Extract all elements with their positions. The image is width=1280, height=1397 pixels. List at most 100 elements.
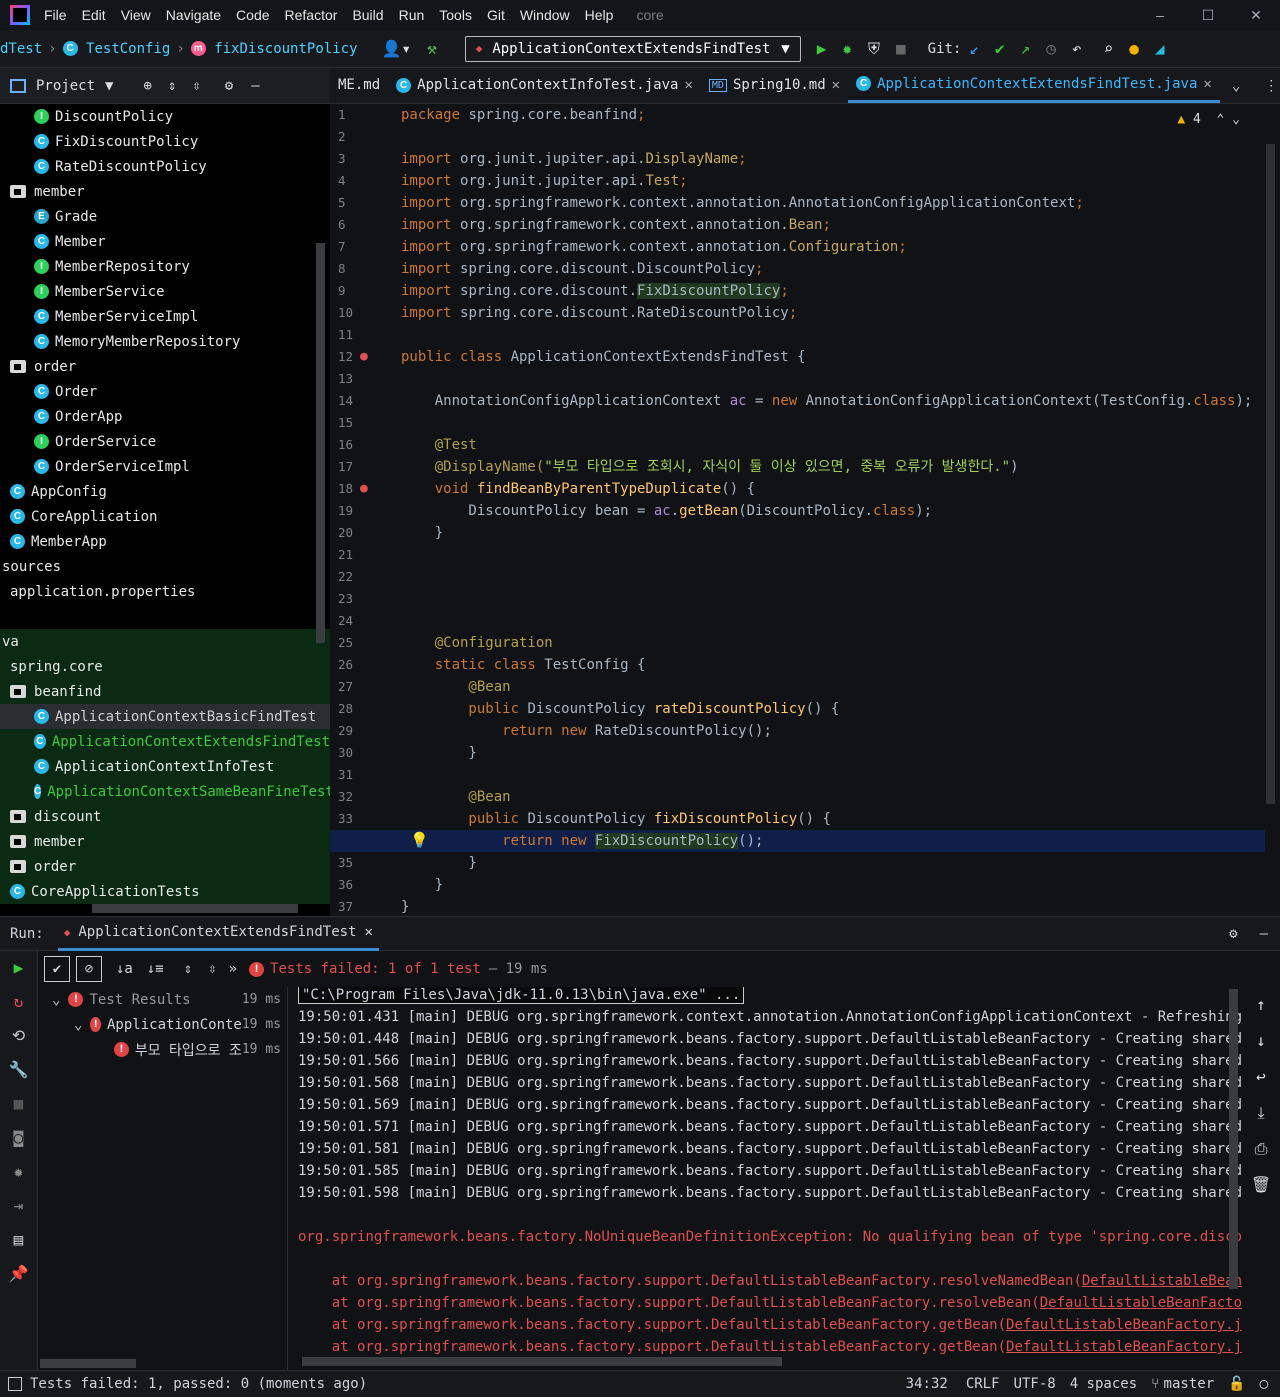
rollback-icon[interactable]: ↶ (1072, 39, 1082, 58)
run-icon[interactable]: ▶ (817, 39, 827, 58)
toggle-auto-test-icon[interactable]: ⟲ (0, 1019, 37, 1053)
project-tree-node[interactable] (0, 604, 330, 629)
expand-all-icon[interactable]: ⇕ (184, 961, 192, 977)
console-output[interactable]: "C:\Program Files\Java\jdk-11.0.13\bin\j… (298, 987, 1242, 1371)
git-update-icon[interactable]: ↙ (969, 39, 979, 58)
project-tree-node[interactable]: C OrderServiceImpl (0, 454, 330, 479)
project-tree-node[interactable]: order (0, 854, 330, 879)
breadcrumb-file[interactable]: dTest (0, 41, 42, 57)
project-tree-node[interactable]: C MemoryMemberRepository (0, 329, 330, 354)
arrow-down-icon[interactable]: ↓ (1242, 1023, 1280, 1059)
build-hammer-icon[interactable]: ⚒ (427, 39, 437, 58)
project-scrollbar[interactable] (316, 243, 325, 643)
project-tree-node[interactable]: member (0, 179, 330, 204)
menu-navigate[interactable]: Navigate (166, 7, 221, 23)
chevron-down-icon[interactable]: ⌄ (1220, 78, 1252, 94)
project-tree-node[interactable]: C MemberApp (0, 529, 330, 554)
gear-icon[interactable]: ⚙ (225, 78, 233, 94)
wrench-icon[interactable]: 🔧 (0, 1053, 37, 1087)
coverage-icon[interactable]: ⛨ (868, 39, 880, 59)
menu-tools[interactable]: Tools (439, 7, 472, 23)
project-tree-node[interactable]: member (0, 829, 330, 854)
project-tree-node[interactable]: C AppConfig (0, 479, 330, 504)
test-tree-node[interactable]: ⌄! Test Results 19 ms (38, 987, 287, 1012)
rerun-failed-icon[interactable]: ↻ (0, 985, 37, 1019)
chevron-down-icon[interactable]: ▼ (105, 78, 113, 94)
more-icon[interactable]: ⋮ (1252, 78, 1280, 94)
project-tree-node[interactable]: C ApplicationContextBasicFindTest (0, 704, 330, 729)
menu-window[interactable]: Window (520, 7, 570, 23)
project-tree-node[interactable]: I MemberService (0, 279, 330, 304)
project-tree-node[interactable]: E Grade (0, 204, 330, 229)
editor-tab[interactable]: MD Spring10.md ✕ (701, 68, 848, 103)
project-tree-node[interactable]: application.properties (0, 579, 330, 604)
console-scrollbar[interactable] (1229, 989, 1238, 1289)
editor-tab[interactable]: C ApplicationContextExtendsFindTest.java ✕ (848, 68, 1220, 103)
chevron-down-icon[interactable]: ⌄ (74, 1017, 82, 1033)
run-test-gutter-icon[interactable]: ● (360, 481, 368, 496)
run-test-gutter-icon[interactable]: ● (360, 349, 368, 364)
show-passed-icon[interactable]: ✔ (44, 956, 70, 982)
debug-icon[interactable]: ✹ (842, 39, 852, 58)
stacktrace-link[interactable]: DefaultListableBeanFactory.java:34 (1006, 1317, 1242, 1333)
editor-tab[interactable]: C ApplicationContextInfoTest.java ✕ (388, 68, 701, 103)
close-icon[interactable]: ✕ (365, 924, 373, 940)
status-message[interactable]: Tests failed: 1, passed: 0 (moments ago) (30, 1376, 367, 1392)
git-branch[interactable]: master (1164, 1376, 1215, 1392)
project-tree-node[interactable]: C ApplicationContextExtendsFindTest (0, 729, 330, 754)
sort-alpha-icon[interactable]: ↓a (116, 961, 133, 977)
console-hscrollbar[interactable] (302, 1357, 782, 1366)
exit-icon[interactable]: ⇥ (0, 1189, 37, 1223)
arrow-up-icon[interactable]: ↑ (1242, 987, 1280, 1023)
collapse-all-icon[interactable]: ⇳ (208, 961, 216, 977)
git-commit-icon[interactable]: ✔ (995, 39, 1005, 58)
indent-setting[interactable]: 4 spaces (1070, 1376, 1137, 1392)
menu-code[interactable]: Code (236, 7, 269, 23)
scroll-to-end-icon[interactable]: ⤓ (1242, 1095, 1280, 1131)
git-push-icon[interactable]: ↗ (1021, 39, 1031, 58)
menu-run[interactable]: Run (399, 7, 425, 23)
menu-view[interactable]: View (121, 7, 151, 23)
warnings-indicator[interactable]: ▲ 4 ⌃ ⌄ (1177, 112, 1240, 127)
lock-icon[interactable]: 🔓 (1228, 1376, 1245, 1392)
project-tree-node[interactable]: C Member (0, 229, 330, 254)
project-tree-node[interactable]: I MemberRepository (0, 254, 330, 279)
line-separator[interactable]: CRLF (966, 1376, 1000, 1392)
project-tree-node[interactable]: C CoreApplicationTests (0, 879, 330, 904)
tool-window-icon[interactable] (8, 1377, 22, 1391)
lightbulb-icon[interactable]: 💡 (410, 831, 429, 849)
project-tree-node[interactable]: spring.core (0, 654, 330, 679)
project-tree-node[interactable]: C CoreApplication (0, 504, 330, 529)
rerun-icon[interactable]: ▶ (0, 951, 37, 985)
project-tree-node[interactable]: C ApplicationContextInfoTest (0, 754, 330, 779)
menu-git[interactable]: Git (487, 7, 505, 23)
minimize-icon[interactable]: – (1136, 7, 1184, 23)
caret-position[interactable]: 34:32 (906, 1376, 948, 1392)
expand-all-icon[interactable]: ⇕ (168, 78, 176, 94)
stacktrace-link[interactable]: DefaultListableBeanFactory.java:34 (1006, 1339, 1242, 1355)
breadcrumb-class[interactable]: C TestConfig (62, 41, 170, 57)
project-tree-node[interactable]: C OrderApp (0, 404, 330, 429)
hide-icon[interactable]: — (251, 78, 259, 94)
update-icon[interactable]: ● (1129, 39, 1139, 58)
menu-file[interactable]: File (44, 7, 67, 23)
run-tab[interactable]: ◆ ApplicationContextExtendsFindTest ✕ (57, 917, 379, 951)
maximize-icon[interactable]: ☐ (1184, 7, 1232, 24)
menu-edit[interactable]: Edit (82, 7, 106, 23)
locate-icon[interactable]: ⊕ (143, 78, 151, 94)
stop-icon[interactable]: ■ (896, 39, 906, 58)
history-icon[interactable]: ◷ (1046, 39, 1056, 58)
project-tree-node[interactable]: beanfind (0, 679, 330, 704)
sort-duration-icon[interactable]: ↓≡ (147, 961, 164, 977)
project-hscrollbar[interactable] (92, 904, 298, 913)
editor-tab[interactable]: ME.md (330, 68, 388, 103)
search-icon[interactable]: ⌕ (1104, 39, 1114, 58)
close-icon[interactable]: ✕ (684, 77, 692, 93)
event-log-icon[interactable]: ◯ (1260, 1376, 1268, 1392)
close-icon[interactable]: ✕ (832, 77, 840, 93)
project-tree-node[interactable]: I OrderService (0, 429, 330, 454)
project-tree-node[interactable]: discount (0, 804, 330, 829)
project-tree-node[interactable]: va (0, 629, 330, 654)
intellij-logo-icon[interactable] (10, 5, 30, 25)
editor-scrollbar[interactable] (1266, 144, 1275, 804)
